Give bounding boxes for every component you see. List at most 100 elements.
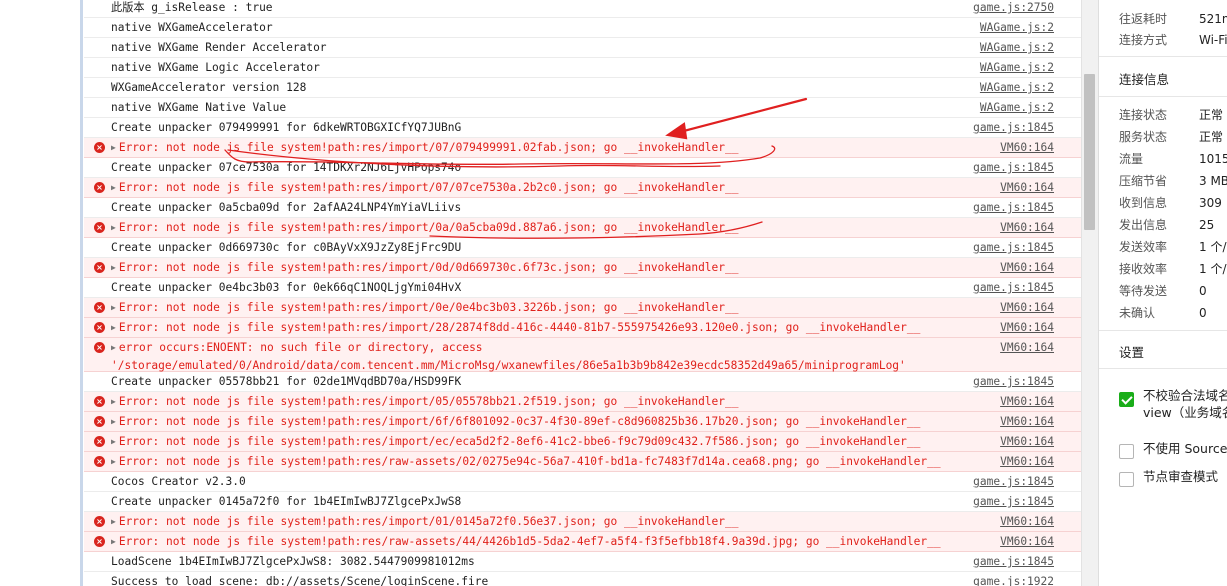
console-source-link[interactable]: VM60:164 <box>1000 412 1054 432</box>
console-scrollbar[interactable] <box>1081 0 1098 586</box>
console-source-link[interactable]: WAGame.js:2 <box>980 18 1054 38</box>
setting-label-node-inspect: 节点审查模式 <box>1143 469 1219 484</box>
console-message-text: Error: not node js file system!path:res/… <box>118 535 941 548</box>
conn-info-value: 1015 <box>1199 152 1227 166</box>
console-source-link[interactable]: game.js:1845 <box>973 278 1054 298</box>
error-circle-icon: × <box>94 516 105 527</box>
console-source-link[interactable]: game.js:1845 <box>973 372 1054 392</box>
expand-triangle-icon[interactable]: ▶ <box>111 323 116 332</box>
console-source-link[interactable]: WAGame.js:2 <box>980 58 1054 78</box>
console-source-link[interactable]: VM60:164 <box>1000 298 1054 318</box>
error-circle-icon: × <box>94 222 105 233</box>
console-message-text: native WXGame Native Value <box>111 101 287 114</box>
console-log-row: native WXGame Render Accelerator WAGame.j… <box>84 38 1082 58</box>
console-message: ▶ Error: not node js file system!path:res… <box>111 298 972 319</box>
conn-info-row: 流量 1015 <box>1119 149 1227 169</box>
expand-triangle-icon[interactable]: ▶ <box>111 517 116 526</box>
conn-info-value: 0 <box>1199 284 1207 298</box>
expand-triangle-icon[interactable]: ▶ <box>111 457 116 466</box>
console-message-text: error occurs:ENOENT: no such file or dir… <box>118 341 483 354</box>
expand-triangle-icon[interactable]: ▶ <box>111 223 116 232</box>
console-error-row[interactable]: × ▶ Error: not node js file system!path:re… <box>84 392 1082 412</box>
console-error-row[interactable]: × ▶ Error: not node js file system!path:re… <box>84 512 1082 532</box>
console-source-link[interactable]: VM60:164 <box>1000 512 1054 532</box>
console-source-link[interactable]: VM60:164 <box>1000 178 1054 198</box>
console-error-row[interactable]: × ▶ Error: not node js file system!path:re… <box>84 298 1082 318</box>
panel-key: 连接方式 <box>1119 33 1168 47</box>
console-source-link[interactable]: VM60:164 <box>1000 338 1054 358</box>
console-source-link[interactable]: game.js:1922 <box>973 572 1054 586</box>
console-source-link[interactable]: VM60:164 <box>1000 318 1054 338</box>
error-circle-icon: × <box>94 262 105 273</box>
expand-triangle-icon[interactable]: ▶ <box>111 397 116 406</box>
console-error-row[interactable]: × ▶ Error: not node js file system!path:re… <box>84 532 1082 552</box>
console-message-text: Error: not node js file system!path:res/… <box>118 515 739 528</box>
console-source-link[interactable]: VM60:164 <box>1000 452 1054 472</box>
conn-info-row: 连接状态 正常 <box>1119 105 1227 125</box>
console-source-link[interactable]: VM60:164 <box>1000 432 1054 452</box>
panel-row-conn-type: 连接方式 Wi-Fi <box>1119 30 1227 50</box>
expand-triangle-icon[interactable]: ▶ <box>111 417 116 426</box>
conn-info-row: 等待发送 0 <box>1119 281 1227 301</box>
panel-row-rtt: 往返耗时 521m <box>1119 9 1227 29</box>
console-source-link[interactable]: WAGame.js:2 <box>980 78 1054 98</box>
console-source-link[interactable]: game.js:1845 <box>973 492 1054 512</box>
expand-triangle-icon[interactable]: ▶ <box>111 303 116 312</box>
console-error-row[interactable]: × ▶ error occurs:ENOENT: no such file or d… <box>84 338 1082 372</box>
console-source-link[interactable]: VM60:164 <box>1000 258 1054 278</box>
console-error-row[interactable]: × ▶ Error: not node js file system!path:re… <box>84 318 1082 338</box>
setting-label-skip-domain-check: 不校验合法域名 view（业务域名 <box>1143 387 1227 421</box>
console-message: Cocos Creator v2.3.0 <box>111 472 972 492</box>
console-error-row[interactable]: × ▶ Error: not node js file system!path:re… <box>84 412 1082 432</box>
expand-triangle-icon[interactable]: ▶ <box>111 343 116 352</box>
console-source-link[interactable]: VM60:164 <box>1000 532 1054 552</box>
console-source-link[interactable]: WAGame.js:2 <box>980 38 1054 58</box>
console-log[interactable]: 此版本 g_isRelease : true game.js:2750 native… <box>80 0 1082 586</box>
console-message: ▶ Error: not node js file system!path:res… <box>111 178 972 199</box>
console-message-text: 此版本 g_isRelease : true <box>111 1 273 14</box>
console-log-row: Create unpacker 0e4bc3b03 for 0ek66qC1NO… <box>84 278 1082 298</box>
console-message: Create unpacker 0a5cba09d for 2afAA24LNP… <box>111 198 972 218</box>
console-source-link[interactable]: game.js:1845 <box>973 472 1054 492</box>
expand-triangle-icon[interactable]: ▶ <box>111 437 116 446</box>
expand-triangle-icon[interactable]: ▶ <box>111 183 116 192</box>
console-source-link[interactable]: WAGame.js:2 <box>980 98 1054 118</box>
console-source-link[interactable]: game.js:1845 <box>973 198 1054 218</box>
conn-info-row: 接收效率 1 个/ <box>1119 259 1227 279</box>
console-message-text: WXGameAccelerator version 128 <box>111 81 307 94</box>
conn-info-key: 流量 <box>1119 152 1144 166</box>
expand-triangle-icon[interactable]: ▶ <box>111 263 116 272</box>
console-source-link[interactable]: game.js:1845 <box>973 118 1054 138</box>
console-message: LoadScene 1b4EImIwBJ7ZlgcePxJwS8: 3082.5… <box>111 552 972 572</box>
conn-info-key: 未确认 <box>1119 306 1156 320</box>
console-message-text: Create unpacker 0e4bc3b03 for 0ek66qC1NO… <box>111 281 462 294</box>
console-error-row[interactable]: × ▶ Error: not node js file system!path:re… <box>84 452 1082 472</box>
scrollbar-thumb[interactable] <box>1084 74 1095 230</box>
panel-value: 521m <box>1199 12 1227 26</box>
console-source-link[interactable]: game.js:1845 <box>973 552 1054 572</box>
console-source-link[interactable]: game.js:1845 <box>973 158 1054 178</box>
console-error-row[interactable]: × ▶ Error: not node js file system!path:re… <box>84 432 1082 452</box>
conn-info-row: 发出信息 25 <box>1119 215 1227 235</box>
console-message-text: Create unpacker 0d669730c for c0BAyVxX9J… <box>111 241 462 254</box>
console-error-row[interactable]: × ▶ Error: not node js file system!path:re… <box>84 218 1082 238</box>
console-message: Create unpacker 05578bb21 for 02de1MVqdB… <box>111 372 972 392</box>
console-source-link[interactable]: VM60:164 <box>1000 138 1054 158</box>
console-error-row[interactable]: × ▶ Error: not node js file system!path:re… <box>84 138 1082 158</box>
expand-triangle-icon[interactable]: ▶ <box>111 143 116 152</box>
setting-checkbox-skip-domain-check[interactable] <box>1119 392 1134 407</box>
console-source-link[interactable]: VM60:164 <box>1000 218 1054 238</box>
expand-triangle-icon[interactable]: ▶ <box>111 537 116 546</box>
console-error-row[interactable]: × ▶ Error: not node js file system!path:re… <box>84 258 1082 278</box>
console-source-link[interactable]: game.js:2750 <box>973 0 1054 18</box>
console-error-row[interactable]: × ▶ Error: not node js file system!path:re… <box>84 178 1082 198</box>
panel-key: 往返耗时 <box>1119 12 1168 26</box>
conn-info-key: 接收效率 <box>1119 262 1168 276</box>
setting-checkbox-no-source[interactable] <box>1119 444 1134 459</box>
console-source-link[interactable]: VM60:164 <box>1000 392 1054 412</box>
panel-divider <box>1099 330 1227 331</box>
console-source-link[interactable]: game.js:1845 <box>973 238 1054 258</box>
console-message: ▶ Error: not node js file system!path:res… <box>111 532 972 553</box>
setting-checkbox-node-inspect[interactable] <box>1119 472 1134 487</box>
console-message-text: Error: not node js file system!path:res/… <box>118 301 739 314</box>
